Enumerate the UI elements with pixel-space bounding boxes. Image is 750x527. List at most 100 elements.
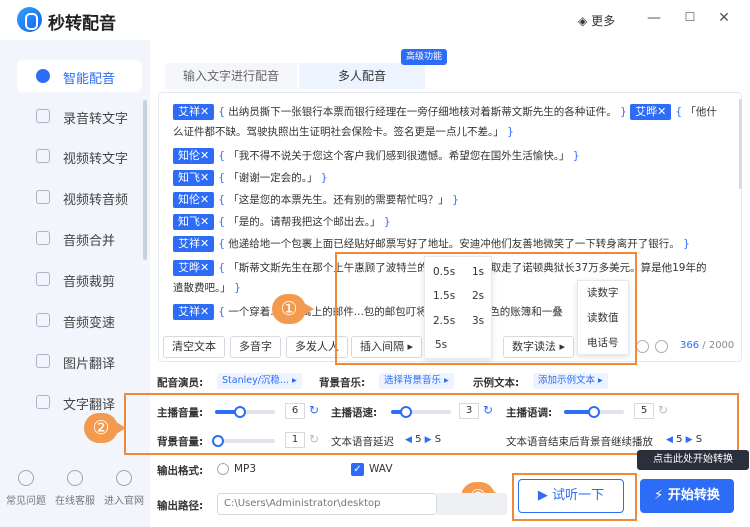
sample-text-label: 示例文本:: [473, 377, 520, 389]
decrement-icon[interactable]: ◀: [666, 435, 673, 445]
delay-stepper[interactable]: ◀ 5 ▶ S: [405, 434, 441, 445]
host-pitch-label: 主播语调:: [506, 407, 553, 419]
bg-volume-slider[interactable]: [212, 435, 275, 447]
bg-volume-label: 背景音量:: [157, 436, 204, 448]
sample-text-select[interactable]: 添加示例文本 ▸: [533, 373, 608, 389]
bg-volume-value[interactable]: 1: [285, 432, 305, 448]
list-item: 知伦✕{ 「这是您的本票先生。还有别的需要帮忙吗？」 }: [173, 190, 459, 210]
premium-badge: 高级功能: [401, 49, 448, 65]
refresh-icon[interactable]: ↻: [309, 403, 319, 417]
host-speed-slider[interactable]: [391, 406, 451, 418]
host-speed-label: 主播语速:: [331, 407, 378, 419]
minimize-button[interactable]: —: [645, 10, 663, 26]
host-volume-value[interactable]: 6: [285, 403, 305, 419]
slider-handle[interactable]: [212, 435, 224, 447]
host-pitch-slider[interactable]: [564, 406, 624, 418]
speaker-tag[interactable]: 知飞✕: [173, 170, 215, 186]
increment-icon[interactable]: ▶: [686, 435, 693, 445]
host-pitch-value[interactable]: 5: [634, 403, 654, 419]
delay-label: 文本语音延迟: [331, 436, 394, 448]
host-volume-slider[interactable]: [215, 406, 275, 418]
sidebar-item-audio-speed[interactable]: 音频变速: [17, 304, 142, 336]
help-link[interactable]: 常见问题: [2, 470, 50, 507]
bgm-continue-label: 文本语音结束后背景音继续播放: [506, 436, 653, 448]
host-speed-value[interactable]: 3: [459, 403, 479, 419]
support-link[interactable]: 在线客服: [51, 470, 99, 507]
speaker-tag[interactable]: 艾祥✕: [173, 236, 215, 252]
bgm-select[interactable]: 选择背景音乐 ▸: [379, 373, 454, 389]
wav-checkbox[interactable]: ✓: [351, 463, 364, 476]
sidebar-item-image-translate[interactable]: 图片翻译: [17, 345, 142, 377]
home-icon: [116, 470, 132, 486]
text-icon: [36, 109, 50, 123]
wav-label: WAV: [369, 463, 393, 475]
sidebar-item-audio-cut[interactable]: 音频裁剪: [17, 263, 142, 295]
decrement-icon[interactable]: ◀: [405, 435, 412, 445]
app-window: 秒转配音 ◈ 更多 — ☐ ✕ 智能配音 录音转文字 视频转文字 视频转音频 音…: [0, 0, 750, 527]
app-logo: [17, 7, 42, 32]
polyphone-button[interactable]: 多音字: [230, 336, 281, 358]
list-item: 么证件都不缺。驾驶执照出生证明社会保险卡。签名更是一点儿不差。」 }: [173, 126, 514, 138]
list-item: 艾祥✕{ 出纳员撕下一张银行本票而银行经理在一旁仔细地核对着斯蒂文斯先生的各种证…: [173, 102, 717, 122]
list-item: 艾祥✕{ 他递给地一个包裹上面已经贴好邮票写好了地址。安迪冲他们友善地微笑了一下…: [173, 234, 690, 254]
speed-icon: [36, 313, 50, 327]
mode-tabs: 输入文字进行配音 多人配音: [165, 63, 425, 89]
sidebar-scrollbar[interactable]: [143, 100, 147, 260]
sidebar-item-video-to-audio[interactable]: 视频转音频: [17, 181, 142, 213]
close-button[interactable]: ✕: [715, 10, 733, 26]
sidebar-item-smart-dub[interactable]: 智能配音: [17, 60, 142, 92]
highlight-box-1: [335, 252, 637, 365]
video-text-icon: [36, 149, 50, 163]
speaker-tag[interactable]: 艾晔✕: [173, 260, 215, 276]
speaker-tag[interactable]: 知伦✕: [173, 192, 215, 208]
slider-handle[interactable]: [588, 406, 600, 418]
output-path-label: 输出路径:: [157, 500, 204, 512]
app-title: 秒转配音: [48, 14, 116, 34]
host-volume-label: 主播音量:: [157, 407, 204, 419]
tab-multi-dub[interactable]: 多人配音: [299, 63, 425, 89]
list-item: 知飞✕{ 「谢谢一定会的。」 }: [173, 168, 328, 188]
sidebar-item-video-to-text[interactable]: 视频转文字: [17, 140, 142, 172]
cut-icon: [36, 272, 50, 286]
mp3-radio[interactable]: [217, 463, 229, 475]
preview-button[interactable]: ▶ 试听一下: [518, 479, 624, 513]
refresh-icon[interactable]: ↻: [658, 403, 668, 417]
speaker-tag[interactable]: 知飞✕: [173, 214, 215, 230]
sidebar-item-audio-merge[interactable]: 音频合并: [17, 222, 142, 254]
refresh-icon[interactable]: ↻: [483, 403, 493, 417]
tab-text-dub[interactable]: 输入文字进行配音: [165, 63, 297, 89]
refresh-icon[interactable]: ↻: [309, 432, 319, 446]
play-icon: ▶: [537, 488, 548, 503]
speaker-tag[interactable]: 艾祥✕: [173, 304, 215, 320]
speaker-tag[interactable]: 艾祥✕: [173, 104, 215, 120]
website-link[interactable]: 进入官网: [100, 470, 148, 507]
image-translate-icon: [36, 354, 50, 368]
title-bar: 秒转配音 ◈ 更多 — ☐ ✕: [0, 0, 750, 40]
settings-icon[interactable]: [655, 340, 668, 353]
bolt-icon: ⚡: [654, 488, 664, 503]
help-icon: [18, 470, 34, 486]
editor-scrollbar[interactable]: [739, 99, 742, 189]
speaker-tag[interactable]: 知伦✕: [173, 148, 215, 164]
start-tooltip: 点击此处开始转换: [637, 450, 749, 470]
increment-icon[interactable]: ▶: [425, 435, 432, 445]
bgm-continue-stepper[interactable]: ◀ 5 ▶ S: [666, 434, 702, 445]
start-convert-button[interactable]: ⚡ 开始转换: [640, 479, 734, 513]
slider-handle[interactable]: [400, 406, 412, 418]
history-icon[interactable]: [636, 340, 649, 353]
speaker-tag[interactable]: 艾晔✕: [630, 104, 672, 120]
list-item: 知飞✕{ 「是的。请帮我把这个邮出去。」 }: [173, 212, 391, 232]
translate-icon: [36, 395, 50, 409]
list-item: 知伦✕{ 「我不得不说关于您这个客户我们感到很遗憾。希望您在国外生活愉快。」 }: [173, 146, 580, 166]
sidebar-item-record-to-text[interactable]: 录音转文字: [17, 100, 142, 132]
layers-icon: ◈: [578, 14, 588, 28]
maximize-button[interactable]: ☐: [681, 10, 699, 24]
bgm-label: 背景音乐:: [319, 377, 366, 389]
list-item: 遣散费吧。」 }: [173, 282, 241, 294]
clear-text-button[interactable]: 清空文本: [163, 336, 225, 358]
more-menu[interactable]: ◈ 更多: [578, 12, 615, 29]
output-path-field[interactable]: C:\Users\Administrator\desktop: [217, 493, 437, 515]
browse-button[interactable]: [437, 493, 507, 515]
voice-actor-label: 配音演员:: [157, 377, 204, 389]
voice-actor-select[interactable]: Stanley/沉稳... ▸: [217, 373, 302, 389]
